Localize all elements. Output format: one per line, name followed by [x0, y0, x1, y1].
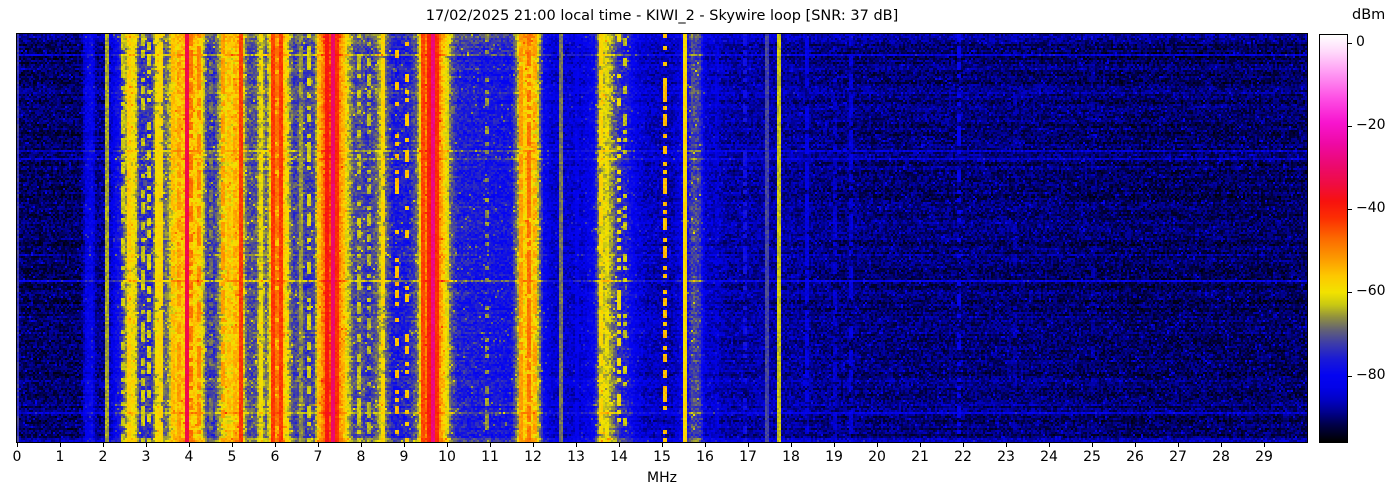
- x-tick-label: 14: [610, 449, 628, 465]
- colorbar-tick-label: −80: [1356, 366, 1386, 383]
- x-tick-mark: [662, 443, 663, 447]
- x-tick-mark: [791, 443, 792, 447]
- x-tick-label: 16: [696, 449, 714, 465]
- x-tick-label: 13: [567, 449, 585, 465]
- x-tick-mark: [619, 443, 620, 447]
- colorbar-tick-mark: [1348, 375, 1352, 377]
- x-tick-label: 2: [98, 449, 108, 465]
- x-axis-label: MHz: [647, 470, 677, 486]
- x-tick-mark: [533, 443, 534, 447]
- x-tick-mark: [576, 443, 577, 447]
- x-tick-mark: [1006, 443, 1007, 447]
- chart-title: 17/02/2025 21:00 local time - KIWI_2 - S…: [425, 8, 899, 24]
- x-tick-mark: [963, 443, 964, 447]
- x-tick-label: 22: [954, 449, 972, 465]
- x-tick-label: 23: [997, 449, 1015, 465]
- colorbar-tick-label: −20: [1356, 117, 1386, 134]
- x-tick-mark: [1264, 443, 1265, 447]
- colorbar-canvas: [1320, 35, 1347, 442]
- x-tick-mark: [103, 443, 104, 447]
- x-tick-label: 6: [270, 449, 280, 465]
- x-tick-label: 7: [313, 449, 323, 465]
- x-tick-label: 28: [1212, 449, 1230, 465]
- x-tick-mark: [318, 443, 319, 447]
- x-tick-mark: [705, 443, 706, 447]
- x-tick-label: 27: [1169, 449, 1187, 465]
- x-tick-mark: [275, 443, 276, 447]
- x-tick-mark: [60, 443, 61, 447]
- colorbar-tick-mark: [1348, 292, 1352, 294]
- x-tick-label: 21: [911, 449, 929, 465]
- colorbar-tick-mark: [1348, 209, 1352, 211]
- x-tick-mark: [877, 443, 878, 447]
- x-tick-label: 9: [399, 449, 409, 465]
- x-tick-mark: [920, 443, 921, 447]
- x-tick-mark: [189, 443, 190, 447]
- x-tick-mark: [17, 443, 18, 447]
- colorbar-tick-mark: [1348, 126, 1352, 128]
- colorbar-tick-label: −40: [1356, 200, 1386, 217]
- x-tick-label: 24: [1040, 449, 1058, 465]
- x-tick-mark: [361, 443, 362, 447]
- x-tick-label: 20: [868, 449, 886, 465]
- x-tick-label: 17: [739, 449, 757, 465]
- x-tick-label: 18: [782, 449, 800, 465]
- x-tick-mark: [1049, 443, 1050, 447]
- x-tick-mark: [232, 443, 233, 447]
- x-tick-mark: [146, 443, 147, 447]
- x-tick-mark: [490, 443, 491, 447]
- x-tick-mark: [748, 443, 749, 447]
- colorbar-unit-label: dBm: [1352, 7, 1386, 23]
- x-tick-label: 4: [184, 449, 194, 465]
- colorbar-tick-label: 0: [1356, 34, 1365, 51]
- colorbar-tick-mark: [1348, 43, 1352, 45]
- x-tick-mark: [1178, 443, 1179, 447]
- x-tick-mark: [834, 443, 835, 447]
- x-tick-label: 3: [141, 449, 151, 465]
- x-tick-mark: [447, 443, 448, 447]
- x-tick-label: 26: [1126, 449, 1144, 465]
- spectrogram-figure: 17/02/2025 21:00 local time - KIWI_2 - S…: [0, 0, 1400, 500]
- x-tick-mark: [1135, 443, 1136, 447]
- x-tick-label: 19: [825, 449, 843, 465]
- x-tick-mark: [1221, 443, 1222, 447]
- x-tick-label: 15: [653, 449, 671, 465]
- x-tick-label: 11: [481, 449, 499, 465]
- x-tick-mark: [1092, 443, 1093, 447]
- x-tick-label: 0: [12, 449, 22, 465]
- x-tick-label: 29: [1255, 449, 1273, 465]
- x-tick-mark: [404, 443, 405, 447]
- x-tick-label: 1: [55, 449, 65, 465]
- x-tick-label: 5: [227, 449, 237, 465]
- x-tick-label: 12: [524, 449, 542, 465]
- colorbar-tick-label: −60: [1356, 283, 1386, 300]
- x-tick-label: 10: [438, 449, 456, 465]
- x-tick-label: 25: [1083, 449, 1101, 465]
- x-tick-label: 8: [356, 449, 366, 465]
- spectrogram-canvas: [17, 34, 1307, 442]
